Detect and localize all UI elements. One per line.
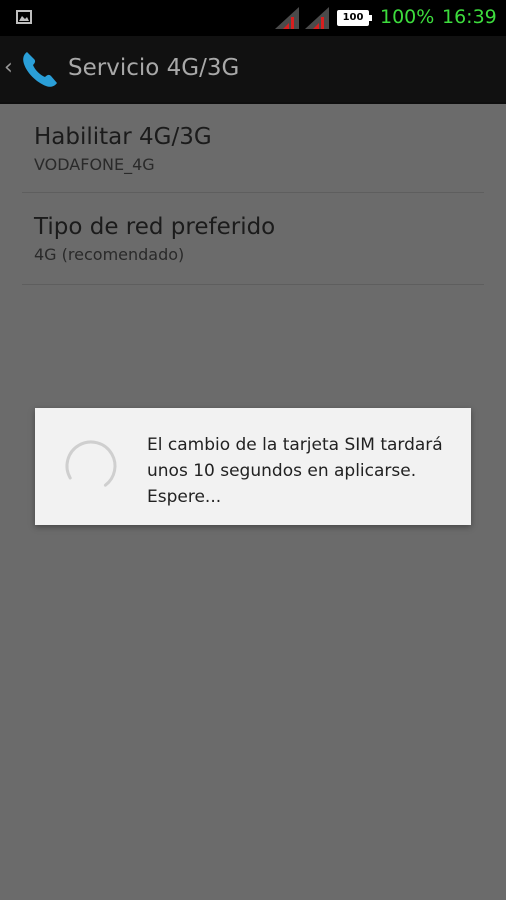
status-bar: 100 100% 16:39 xyxy=(0,0,506,36)
clock: 16:39 xyxy=(442,6,497,28)
divider xyxy=(22,192,484,193)
battery-level: 100 xyxy=(342,12,364,23)
progress-dialog: El cambio de la tarjeta SIM tardará unos… xyxy=(35,408,471,525)
spinner-icon xyxy=(65,440,117,492)
pref-title: Habilitar 4G/3G xyxy=(34,124,212,150)
dialog-message: El cambio de la tarjeta SIM tardará unos… xyxy=(147,435,443,507)
action-bar: ‹ Servicio 4G/3G xyxy=(0,36,506,104)
divider xyxy=(22,284,484,285)
pref-summary: 4G (recomendado) xyxy=(34,245,185,264)
back-icon[interactable]: ‹ xyxy=(4,55,13,80)
page-title: Servicio 4G/3G xyxy=(68,55,240,81)
battery-icon: 100 xyxy=(337,10,372,26)
battery-percent: 100% xyxy=(380,6,435,28)
pref-title: Tipo de red preferido xyxy=(34,214,276,240)
phone-icon[interactable] xyxy=(18,48,64,90)
gallery-icon xyxy=(16,10,32,24)
pref-network-type[interactable]: Tipo de red preferido 4G (recomendado) xyxy=(34,212,484,266)
signal-icon xyxy=(275,7,299,29)
pref-summary: VODAFONE_4G xyxy=(34,155,155,174)
pref-enable-4g3g[interactable]: Habilitar 4G/3G VODAFONE_4G xyxy=(34,122,484,176)
signal-icon xyxy=(305,7,329,29)
